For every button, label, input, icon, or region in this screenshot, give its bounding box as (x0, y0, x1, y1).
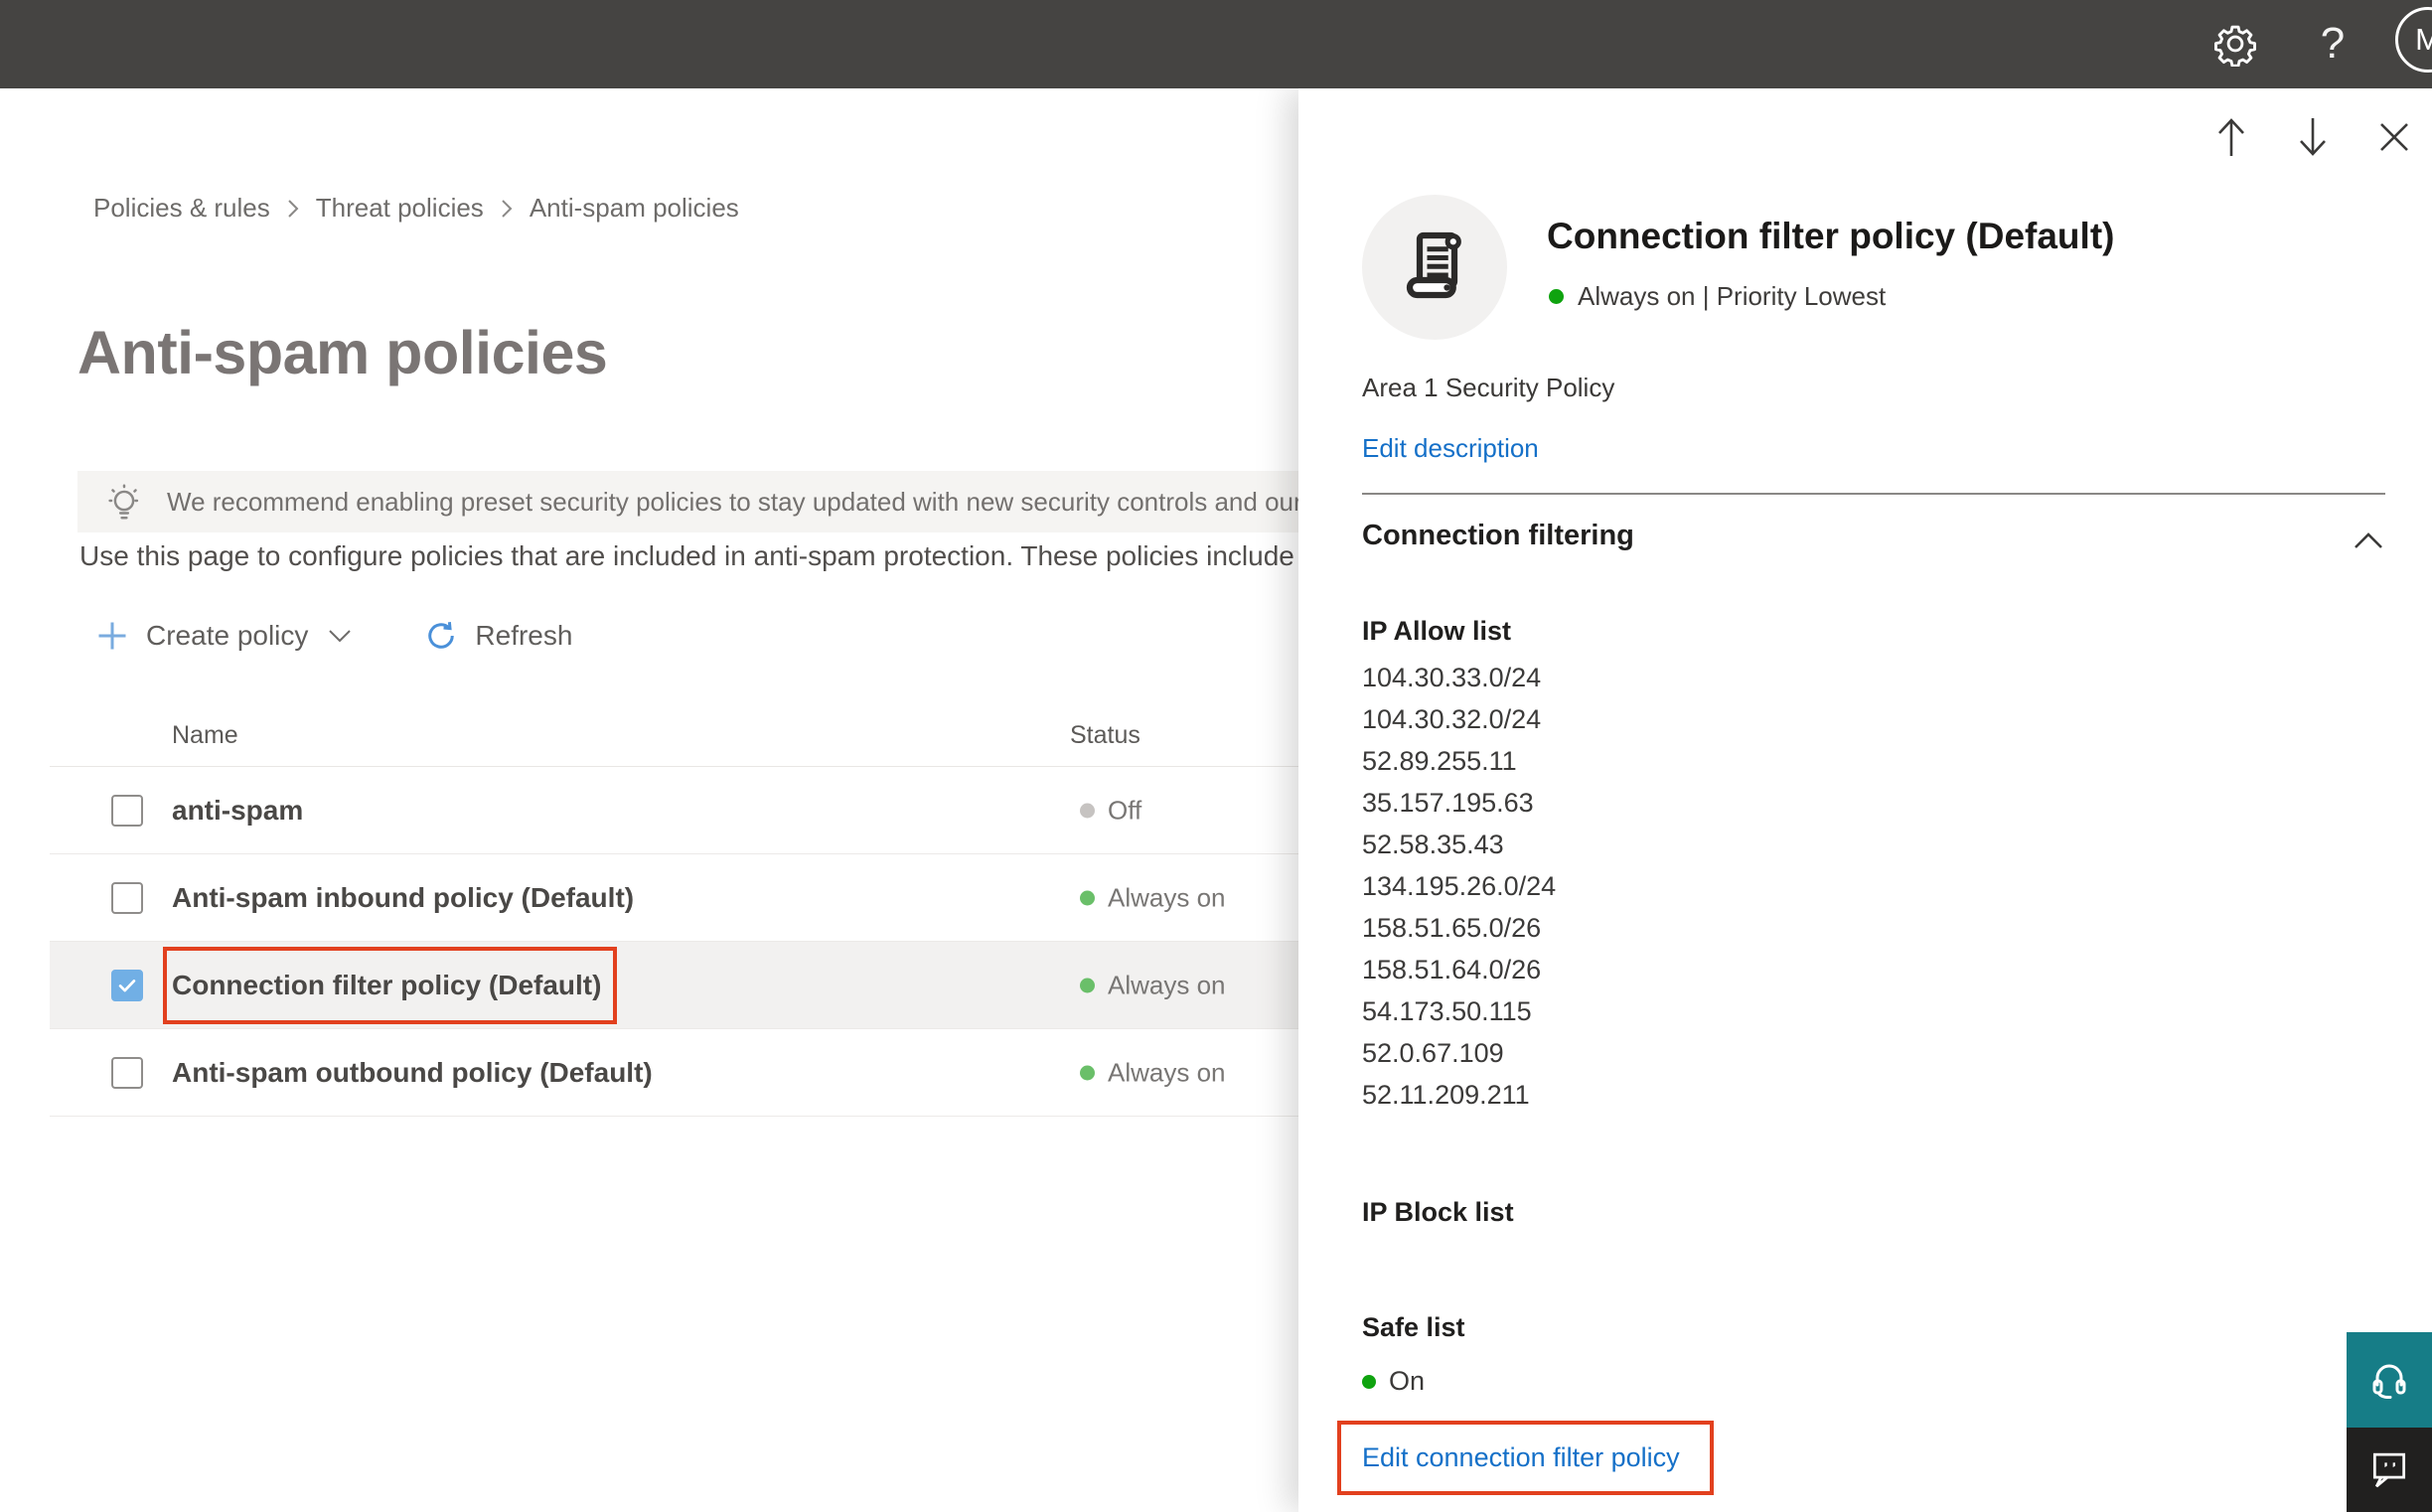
ip-address: 35.157.195.63 (1362, 788, 1534, 818)
status-dot-green (1080, 890, 1095, 905)
panel-nav (2211, 114, 2414, 160)
lightbulb-icon (101, 479, 147, 525)
help-icon[interactable]: ? (2303, 14, 2362, 74)
status-dot-green (1549, 289, 1564, 304)
avatar[interactable]: M (2395, 7, 2432, 73)
policy-name[interactable]: anti-spam (172, 795, 303, 827)
arrow-down-icon[interactable] (2293, 114, 2333, 160)
status-text: Always on (1108, 882, 1226, 912)
ip-address: 52.11.209.211 (1362, 1080, 1530, 1110)
status-dot-green (1362, 1374, 1376, 1389)
ip-address: 104.30.32.0/24 (1362, 704, 1542, 734)
safe-list-status-text: On (1389, 1366, 1426, 1396)
column-header-status[interactable]: Status (1070, 721, 1140, 750)
panel-title: Connection filter policy (Default) (1547, 216, 2115, 256)
policy-icon-circle (1362, 195, 1507, 340)
status-text: Always on (1108, 1057, 1226, 1087)
status-dot-green (1080, 1065, 1095, 1080)
section-connection-filtering: Connection filtering (1362, 520, 1634, 551)
banner-text: We recommend enabling preset security po… (167, 486, 1418, 517)
safe-list-title: Safe list (1362, 1312, 1465, 1342)
policy-table: Name Status anti-spam Off Anti-spam inboun… (50, 705, 1301, 1117)
status-text: Off (1108, 795, 1142, 825)
policy-name[interactable]: Anti-spam inbound policy (Default) (172, 882, 634, 914)
page-title: Anti-spam policies (77, 319, 608, 386)
ip-address: 158.51.65.0/26 (1362, 913, 1542, 943)
panel-status-text: Always on | Priority Lowest (1578, 281, 1887, 311)
breadcrumb-item[interactable]: Policies & rules (93, 193, 270, 224)
policy-table-body: anti-spam Off Anti-spam inbound policy (De… (50, 767, 1301, 1117)
chat-feedback-icon (2367, 1445, 2411, 1494)
status-text: Always on (1108, 970, 1226, 999)
create-policy-label: Create policy (146, 620, 309, 651)
breadcrumb-item[interactable]: Anti-spam policies (530, 193, 739, 224)
arrow-up-icon[interactable] (2211, 114, 2251, 160)
policy-details-panel: Connection filter policy (Default) Alway… (1298, 88, 2432, 1512)
table-row[interactable]: Anti-spam outbound policy (Default) Alway… (50, 1029, 1301, 1117)
breadcrumb-item[interactable]: Threat policies (316, 193, 484, 224)
refresh-label: Refresh (475, 620, 573, 651)
row-checkbox[interactable] (111, 969, 143, 1001)
edit-connection-filter-policy-link[interactable]: Edit connection filter policy (1362, 1442, 1680, 1472)
headset-icon (2365, 1354, 2413, 1407)
support-button[interactable] (2347, 1332, 2432, 1428)
chevron-up-icon[interactable] (2352, 529, 2385, 556)
divider (1362, 493, 2385, 495)
panel-status-line: Always on | Priority Lowest (1549, 281, 1886, 312)
refresh-button[interactable]: Refresh (423, 618, 572, 654)
plus-icon (94, 618, 130, 654)
column-header-name[interactable]: Name (172, 721, 238, 750)
table-row[interactable]: Connection filter policy (Default) Always… (50, 942, 1301, 1029)
topbar: ? M (0, 0, 2432, 88)
row-status: Off (1080, 795, 1141, 826)
ip-address: 104.30.33.0/24 (1362, 663, 1542, 692)
edit-description-link[interactable]: Edit description (1362, 433, 1539, 464)
ip-address: 52.89.255.11 (1362, 746, 1517, 776)
policy-description: Area 1 Security Policy (1362, 373, 1615, 402)
table-row[interactable]: anti-spam Off (50, 767, 1301, 854)
refresh-icon (423, 618, 459, 654)
anti-spam-policies-page: ? M Policies & rules Threat policies Anti-… (0, 0, 2432, 1512)
ip-address: 54.173.50.115 (1362, 996, 1532, 1026)
ip-address: 52.0.67.109 (1362, 1038, 1504, 1068)
ip-allow-list: 104.30.33.0/24 104.30.32.0/24 52.89.255.11… (1362, 657, 1556, 1116)
row-checkbox[interactable] (111, 1056, 143, 1089)
breadcrumb: Policies & rules Threat policies Anti-spam… (93, 193, 739, 224)
gear-icon[interactable] (2205, 14, 2265, 74)
row-status: Always on (1080, 1057, 1226, 1088)
status-dot-gray (1080, 803, 1095, 818)
policy-name[interactable]: Connection filter policy (Default) (163, 946, 618, 1024)
row-status: Always on (1080, 970, 1226, 1000)
chevron-down-icon (326, 626, 354, 646)
feedback-button[interactable] (2347, 1428, 2432, 1512)
row-checkbox[interactable] (111, 881, 143, 914)
scroll-policy-icon (1395, 226, 1474, 310)
ip-address: 134.195.26.0/24 (1362, 871, 1557, 901)
ip-allow-list-title: IP Allow list (1362, 616, 1512, 646)
table-header: Name Status (50, 705, 1301, 767)
row-status: Always on (1080, 882, 1226, 913)
chevron-right-icon (500, 197, 514, 221)
status-dot-green (1080, 978, 1095, 992)
ip-block-list-title: IP Block list (1362, 1197, 1514, 1227)
ip-address: 52.58.35.43 (1362, 830, 1504, 859)
checkmark-icon (118, 979, 136, 991)
policy-name[interactable]: Anti-spam outbound policy (Default) (172, 1057, 653, 1089)
table-row[interactable]: Anti-spam inbound policy (Default) Always… (50, 854, 1301, 942)
close-icon[interactable] (2374, 114, 2414, 160)
safe-list-status: On (1362, 1366, 1425, 1397)
create-policy-button[interactable]: Create policy (94, 618, 354, 654)
edit-connection-filter-highlight: Edit connection filter policy (1337, 1421, 1714, 1495)
chevron-right-icon (286, 197, 300, 221)
toolbar: Create policy Refresh (94, 610, 572, 662)
row-checkbox[interactable] (111, 794, 143, 827)
ip-address: 158.51.64.0/26 (1362, 955, 1542, 984)
